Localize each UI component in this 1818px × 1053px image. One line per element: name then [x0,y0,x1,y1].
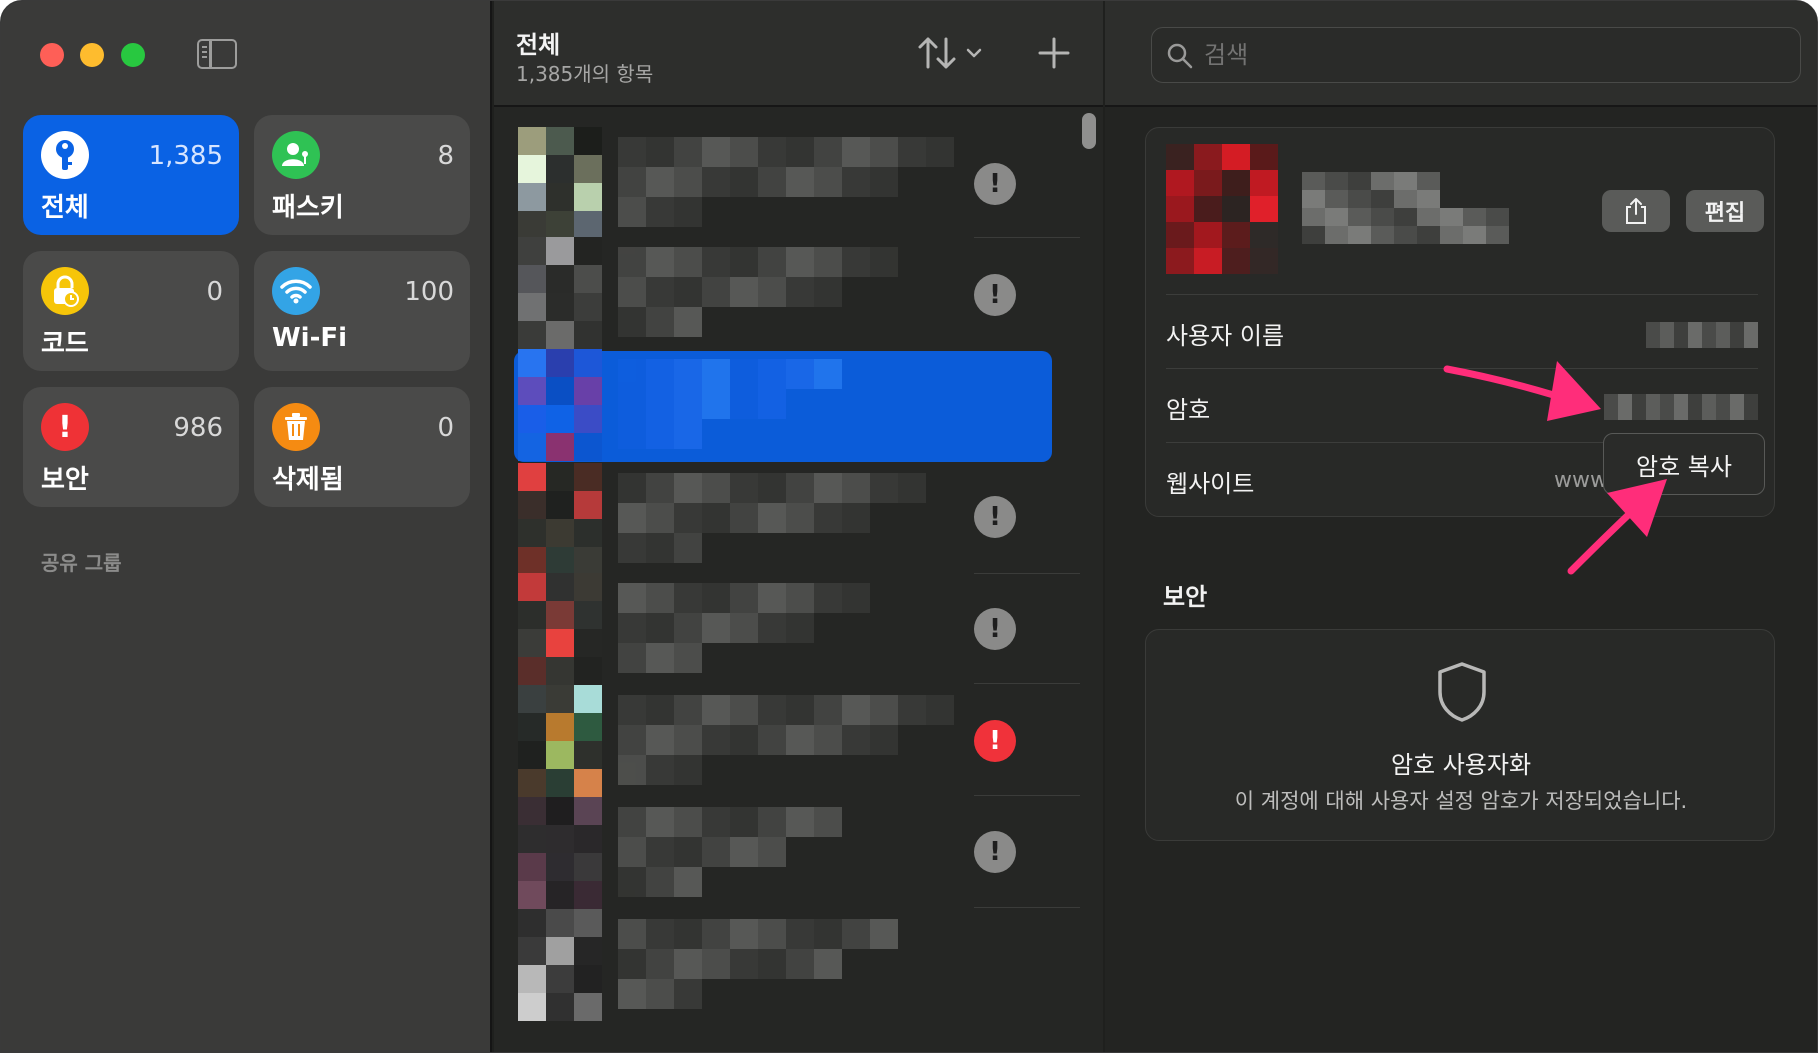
tile-label: 전체 [41,193,89,223]
tile-count: 100 [404,277,454,307]
detail-pane: 편집 사용자 이름 암호 웹사이트 www 보안 암호 사용자화 이 계정에 대… [1105,1,1817,1052]
list-row[interactable] [518,909,1078,1021]
exclamation-icon: ! [41,403,89,451]
trash-icon [272,403,320,451]
passwords-window: 1,385 전체 8 패스키 0 코드 100 Wi-Fi ! 986 보안 0… [0,0,1818,1053]
account-name-redacted [1302,172,1512,246]
row-icon-redacted [518,349,602,461]
row-divider [974,683,1080,684]
close-window-button[interactable] [40,43,64,67]
tile-count: 986 [173,413,223,443]
row-text-redacted [618,919,958,1009]
row-icon-redacted [518,797,602,909]
sort-button[interactable] [916,33,988,73]
tile-count: 1,385 [148,141,223,171]
security-warning-icon: ! [974,496,1016,538]
row-text-redacted [618,137,958,227]
row-divider [974,795,1080,796]
share-button[interactable] [1602,190,1670,232]
row-icon-redacted [518,463,602,575]
shield-icon [1438,662,1486,722]
row-icon-redacted [518,127,602,239]
divider [1166,294,1758,295]
list-row-selected[interactable] [518,349,1078,461]
list-title: 전체 [516,31,561,59]
sort-arrows-icon [918,37,982,69]
tile-label: 보안 [41,465,89,495]
item-count: 1,385개의 항목 [516,62,654,86]
row-icon-redacted [518,685,602,797]
security-warning-icon: ! [974,831,1016,873]
tile-count: 0 [437,413,454,443]
username-label: 사용자 이름 [1166,322,1285,350]
category-tile-security[interactable]: ! 986 보안 [23,387,239,507]
security-warning-red-icon: ! [974,720,1016,762]
tile-count: 0 [206,277,223,307]
category-tile-passkeys[interactable]: 8 패스키 [254,115,470,235]
edit-button[interactable]: 편집 [1686,190,1764,232]
row-divider [974,907,1080,908]
row-icon-redacted [518,237,602,349]
share-icon [1626,198,1646,224]
search-field[interactable] [1151,27,1801,83]
security-card-description: 이 계정에 대해 사용자 설정 암호가 저장되었습니다. [1234,789,1688,813]
zoom-window-button[interactable] [121,43,145,67]
sidebar: 1,385 전체 8 패스키 0 코드 100 Wi-Fi ! 986 보안 0… [1,1,492,1052]
add-item-button[interactable] [1034,33,1074,73]
row-text-redacted [618,583,958,673]
row-text-redacted [618,359,958,449]
passkey-person-icon [272,131,320,179]
security-card: 암호 사용자화 이 계정에 대해 사용자 설정 암호가 저장되었습니다. [1145,629,1775,841]
account-icon-redacted [1166,144,1278,274]
list-header: 전체 1,385개의 항목 [494,1,1103,107]
row-icon-redacted [518,909,602,1021]
row-text-redacted [618,473,958,563]
password-label: 암호 [1166,396,1211,424]
category-tile-wifi[interactable]: 100 Wi-Fi [254,251,470,371]
password-value-redacted[interactable] [1604,394,1758,420]
row-text-redacted [618,807,958,897]
wifi-icon [272,267,320,315]
tile-label: 코드 [41,329,89,359]
minimize-window-button[interactable] [80,43,104,67]
tile-label: 패스키 [272,193,344,223]
sidebar-toggle-icon[interactable] [197,39,237,69]
key-icon [41,131,89,179]
website-value[interactable]: www [1554,468,1608,493]
list-scrollbar[interactable] [1082,113,1096,149]
row-text-redacted [618,695,958,785]
lock-clock-icon [41,267,89,315]
divider [1166,368,1758,369]
copy-password-menu-item[interactable]: 암호 복사 [1603,433,1765,495]
shared-groups-heading: 공유 그룹 [41,551,122,575]
row-text-redacted [618,247,958,337]
category-tile-codes[interactable]: 0 코드 [23,251,239,371]
detail-header [1105,1,1817,107]
security-warning-icon: ! [974,274,1016,316]
security-section-title: 보안 [1163,583,1208,611]
category-tile-all[interactable]: 1,385 전체 [23,115,239,235]
search-input[interactable] [1204,28,1764,81]
username-value-redacted[interactable] [1646,322,1758,348]
row-icon-redacted [518,573,602,685]
plus-icon [1038,37,1070,69]
security-warning-icon: ! [974,608,1016,650]
chevron-down-icon [966,48,982,58]
website-label: 웹사이트 [1166,470,1255,498]
tile-label: Wi-Fi [272,323,348,353]
tile-label: 삭제됨 [272,465,344,495]
search-icon [1167,43,1193,69]
tile-count: 8 [437,141,454,171]
category-tile-deleted[interactable]: 0 삭제됨 [254,387,470,507]
security-warning-icon: ! [974,163,1016,205]
security-card-title: 암호 사용자화 [1390,751,1532,779]
